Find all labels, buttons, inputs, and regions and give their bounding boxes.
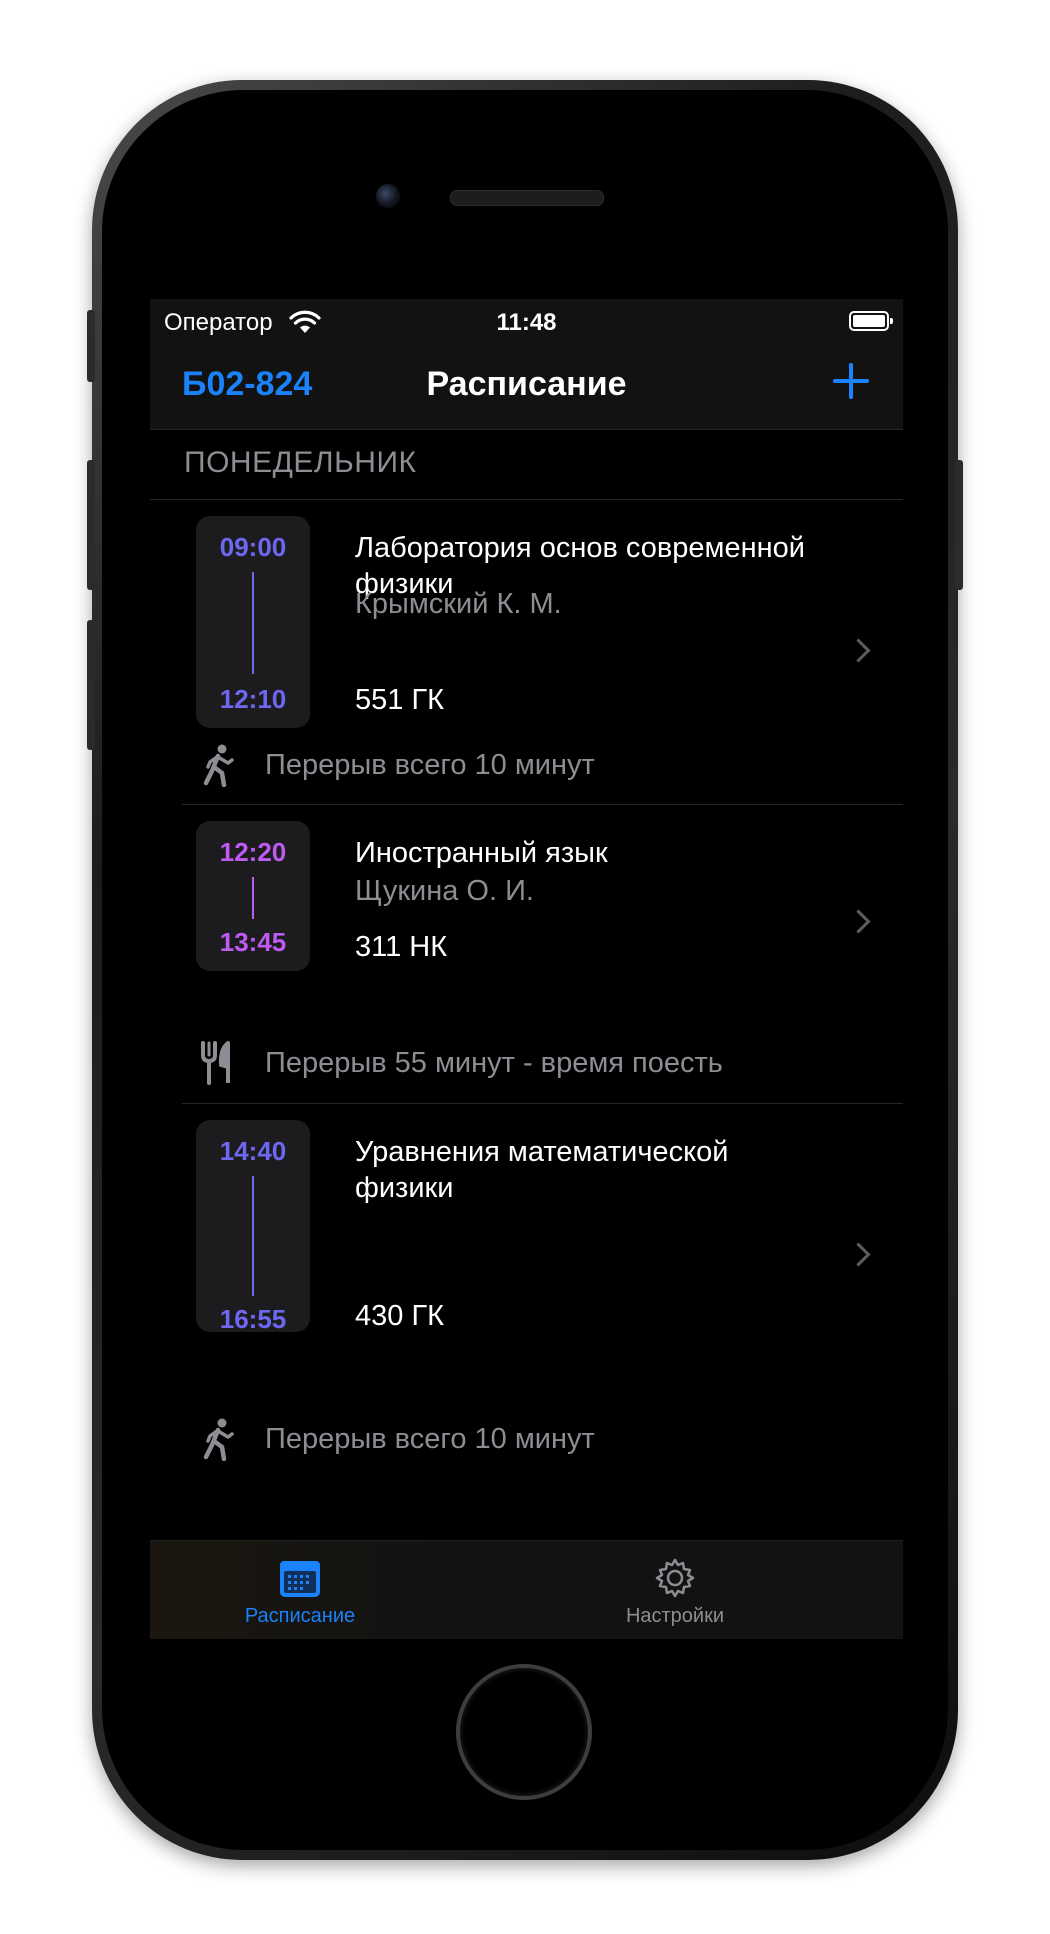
lesson-room: 311 НК (355, 931, 448, 963)
battery-icon (849, 311, 893, 331)
lesson-row[interactable]: 12:20 13:45 Иностранный язык Щукина О. И… (150, 805, 903, 975)
lesson-end-time: 13:45 (219, 927, 287, 957)
lesson-end-time: 16:55 (219, 1304, 287, 1334)
break-row: Перерыв всего 10 минут (150, 1409, 903, 1469)
volume-down-button (87, 620, 95, 750)
time-line (252, 572, 254, 674)
status-time: 11:48 (496, 309, 557, 336)
calendar-icon (280, 1561, 320, 1597)
time-line (252, 877, 254, 919)
earpiece-speaker (450, 190, 604, 206)
tab-bar: Расписание Настройки (150, 1540, 903, 1639)
lesson-row[interactable]: 14:40 16:55 Уравнения математической физ… (150, 1104, 903, 1334)
lesson-room: 430 ГК (355, 1300, 445, 1332)
power-button (955, 460, 963, 590)
break-text: Перерыв всего 10 минут (265, 1423, 595, 1455)
tab-label: Расписание (244, 1605, 356, 1627)
lesson-teacher: Щукина О. И. (355, 875, 534, 907)
lesson-row[interactable]: 09:00 12:10 Лаборатория основ современно… (150, 500, 903, 730)
add-icon[interactable] (831, 361, 871, 401)
chevron-right-icon (846, 1242, 871, 1267)
walking-person-icon (203, 1418, 234, 1461)
break-row: Перерыв 55 минут - время поесть (150, 1033, 903, 1093)
lesson-title: Уравнения математической физики (355, 1136, 729, 1204)
chevron-right-icon (846, 638, 871, 663)
chevron-right-icon (846, 909, 871, 934)
lesson-start-time: 14:40 (219, 1136, 287, 1166)
lesson-start-time: 09:00 (219, 532, 287, 562)
home-button[interactable] (456, 1664, 592, 1800)
day-label: ПОНЕДЕЛЬНИК (184, 446, 417, 479)
lesson-title: Иностранный язык (355, 837, 608, 869)
time-card: 09:00 12:10 (196, 516, 310, 728)
status-bar: Оператор 11:48 (150, 299, 903, 345)
time-card: 12:20 13:45 (196, 821, 310, 971)
gear-icon (655, 1558, 695, 1598)
time-line (252, 1176, 254, 1296)
time-card: 14:40 16:55 (196, 1120, 310, 1334)
app-screen: Оператор 11:48 Б02-824 Расписание ПОНЕДЕ… (150, 299, 903, 1639)
day-section-header: ПОНЕДЕЛЬНИК (150, 430, 903, 500)
lesson-end-time: 12:10 (219, 684, 287, 714)
tab-label: Настройки (625, 1605, 725, 1627)
lesson-teacher: Крымский К. М. (355, 588, 562, 620)
navigation-bar: Б02-824 Расписание (150, 345, 903, 430)
break-text: Перерыв всего 10 минут (265, 749, 595, 781)
break-text: Перерыв 55 минут - время поесть (265, 1047, 723, 1079)
break-row: Перерыв всего 10 минут (150, 735, 903, 795)
lesson-room: 551 ГК (355, 684, 445, 716)
tab-settings[interactable]: Настройки (555, 1541, 795, 1639)
lesson-start-time: 12:20 (219, 837, 287, 867)
mute-switch (87, 310, 95, 382)
tab-schedule[interactable]: Расписание (180, 1541, 420, 1639)
page-title: Расписание (426, 365, 627, 403)
fork-knife-icon (201, 1041, 230, 1085)
volume-up-button (87, 460, 95, 590)
front-camera (376, 184, 400, 208)
walking-person-icon (203, 744, 234, 787)
